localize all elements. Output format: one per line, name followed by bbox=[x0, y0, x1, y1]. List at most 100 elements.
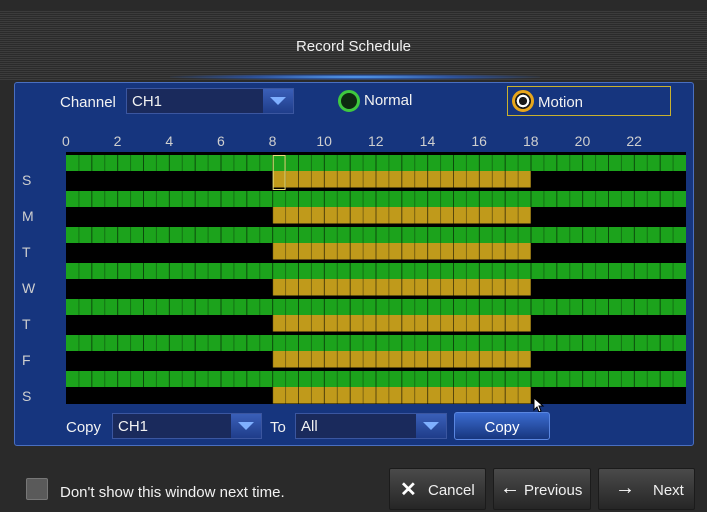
mode-motion-radio[interactable]: Motion bbox=[507, 86, 671, 116]
motion-slot[interactable] bbox=[298, 387, 312, 404]
empty-slot[interactable] bbox=[233, 351, 247, 368]
empty-slot[interactable] bbox=[208, 207, 221, 224]
empty-slot[interactable] bbox=[608, 315, 622, 332]
motion-slot[interactable] bbox=[298, 279, 312, 296]
motion-slot[interactable] bbox=[272, 315, 286, 332]
motion-slot[interactable] bbox=[479, 315, 493, 332]
empty-slot[interactable] bbox=[259, 243, 273, 260]
motion-slot[interactable] bbox=[272, 351, 286, 368]
motion-slot[interactable] bbox=[440, 387, 454, 404]
mode-normal-radio[interactable]: Normal bbox=[334, 88, 444, 114]
empty-slot[interactable] bbox=[104, 171, 118, 188]
empty-slot[interactable] bbox=[556, 207, 570, 224]
motion-slot[interactable] bbox=[518, 351, 531, 368]
motion-slot[interactable] bbox=[272, 279, 286, 296]
empty-slot[interactable] bbox=[569, 387, 583, 404]
empty-slot[interactable] bbox=[117, 279, 131, 296]
empty-slot[interactable] bbox=[634, 279, 648, 296]
motion-slot[interactable] bbox=[337, 279, 351, 296]
motion-slot[interactable] bbox=[401, 279, 415, 296]
empty-slot[interactable] bbox=[543, 279, 557, 296]
motion-slot[interactable] bbox=[376, 387, 389, 404]
empty-slot[interactable] bbox=[221, 351, 234, 368]
motion-slot[interactable] bbox=[505, 387, 519, 404]
empty-slot[interactable] bbox=[673, 243, 686, 260]
empty-slot[interactable] bbox=[246, 243, 260, 260]
empty-slot[interactable] bbox=[582, 171, 596, 188]
empty-slot[interactable] bbox=[621, 171, 635, 188]
motion-slot[interactable] bbox=[376, 171, 389, 188]
empty-slot[interactable] bbox=[66, 315, 79, 332]
empty-slot[interactable] bbox=[647, 279, 661, 296]
empty-slot[interactable] bbox=[104, 315, 118, 332]
empty-slot[interactable] bbox=[569, 315, 583, 332]
empty-slot[interactable] bbox=[569, 171, 583, 188]
motion-slot[interactable] bbox=[337, 243, 351, 260]
empty-slot[interactable] bbox=[543, 315, 557, 332]
empty-slot[interactable] bbox=[556, 243, 570, 260]
motion-slot[interactable] bbox=[388, 387, 402, 404]
empty-slot[interactable] bbox=[634, 351, 648, 368]
motion-slot[interactable] bbox=[453, 243, 467, 260]
empty-slot[interactable] bbox=[91, 243, 105, 260]
motion-slot[interactable] bbox=[440, 279, 454, 296]
empty-slot[interactable] bbox=[182, 315, 196, 332]
empty-slot[interactable] bbox=[673, 279, 686, 296]
motion-slot[interactable] bbox=[350, 279, 364, 296]
motion-slot[interactable] bbox=[414, 171, 428, 188]
motion-slot[interactable] bbox=[311, 315, 325, 332]
motion-slot[interactable] bbox=[479, 279, 493, 296]
empty-slot[interactable] bbox=[66, 171, 79, 188]
empty-slot[interactable] bbox=[673, 315, 686, 332]
motion-slot[interactable] bbox=[350, 351, 364, 368]
motion-slot[interactable] bbox=[505, 207, 519, 224]
empty-slot[interactable] bbox=[595, 351, 609, 368]
empty-slot[interactable] bbox=[621, 207, 635, 224]
motion-slot[interactable] bbox=[324, 351, 338, 368]
motion-slot[interactable] bbox=[298, 243, 312, 260]
motion-slot[interactable] bbox=[401, 315, 415, 332]
motion-slot[interactable] bbox=[298, 315, 312, 332]
motion-slot[interactable] bbox=[350, 207, 364, 224]
motion-slot[interactable] bbox=[272, 171, 286, 188]
motion-slot[interactable] bbox=[492, 351, 506, 368]
empty-slot[interactable] bbox=[130, 171, 144, 188]
motion-slot[interactable] bbox=[492, 207, 506, 224]
empty-slot[interactable] bbox=[156, 171, 170, 188]
empty-slot[interactable] bbox=[531, 207, 544, 224]
motion-slot[interactable] bbox=[440, 351, 454, 368]
empty-slot[interactable] bbox=[556, 387, 570, 404]
motion-slot[interactable] bbox=[518, 279, 531, 296]
motion-slot[interactable] bbox=[401, 243, 415, 260]
empty-slot[interactable] bbox=[595, 207, 609, 224]
empty-slot[interactable] bbox=[169, 351, 183, 368]
motion-slot[interactable] bbox=[324, 387, 338, 404]
motion-slot[interactable] bbox=[492, 279, 506, 296]
empty-slot[interactable] bbox=[569, 279, 583, 296]
empty-slot[interactable] bbox=[556, 315, 570, 332]
motion-slot[interactable] bbox=[453, 171, 467, 188]
empty-slot[interactable] bbox=[130, 387, 144, 404]
motion-slot[interactable] bbox=[337, 171, 351, 188]
motion-slot[interactable] bbox=[492, 243, 506, 260]
motion-slot[interactable] bbox=[479, 171, 493, 188]
motion-slot[interactable] bbox=[440, 207, 454, 224]
empty-slot[interactable] bbox=[608, 387, 622, 404]
motion-slot[interactable] bbox=[285, 351, 299, 368]
empty-slot[interactable] bbox=[660, 171, 674, 188]
empty-slot[interactable] bbox=[130, 315, 144, 332]
motion-slot[interactable] bbox=[440, 243, 454, 260]
motion-slot[interactable] bbox=[363, 387, 376, 404]
empty-slot[interactable] bbox=[233, 315, 247, 332]
motion-slot[interactable] bbox=[337, 387, 351, 404]
motion-slot[interactable] bbox=[414, 351, 428, 368]
motion-slot[interactable] bbox=[466, 351, 480, 368]
empty-slot[interactable] bbox=[647, 351, 661, 368]
motion-slot[interactable] bbox=[285, 279, 299, 296]
motion-slot[interactable] bbox=[337, 207, 351, 224]
empty-slot[interactable] bbox=[647, 171, 661, 188]
empty-slot[interactable] bbox=[634, 387, 648, 404]
empty-slot[interactable] bbox=[608, 279, 622, 296]
copy-to-dropdown-button[interactable] bbox=[416, 414, 446, 438]
empty-slot[interactable] bbox=[569, 243, 583, 260]
